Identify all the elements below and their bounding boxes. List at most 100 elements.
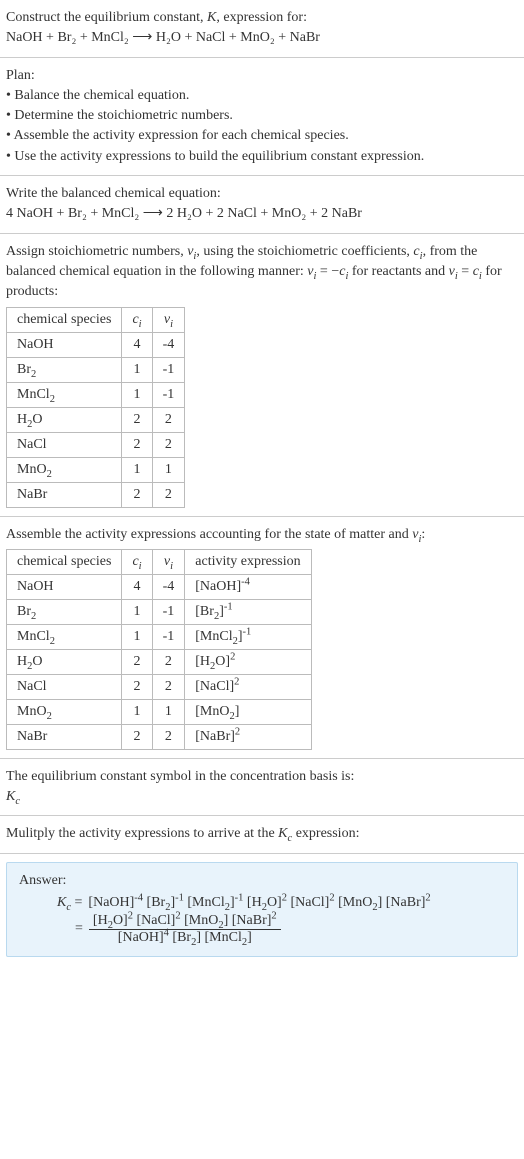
kc-line1: Kc = [NaOH]-4 [Br2]-1 [MnCl2]-1 [H2O]2 […: [57, 895, 505, 911]
cell-ci: 4: [122, 332, 152, 357]
cell-vi: -4: [152, 332, 185, 357]
table-row: NaCl22[NaCl]2: [7, 674, 312, 699]
cell-vi: 1: [152, 699, 185, 724]
cell-vi: 2: [152, 724, 185, 749]
table-row: Br21-1: [7, 357, 185, 382]
cell-ci: 2: [122, 674, 152, 699]
kc-denominator: [NaOH]4 [Br2] [MnCl2]: [114, 930, 256, 946]
plan-item: • Balance the chemical equation.: [6, 86, 518, 106]
table-row: NaOH4-4[NaOH]-4: [7, 574, 312, 599]
balanced-section: Write the balanced chemical equation: 4 …: [0, 176, 524, 234]
table-row: MnO211: [7, 457, 185, 482]
stoich-section: Assign stoichiometric numbers, νi, using…: [0, 234, 524, 517]
intro-reaction: NaOH + Br₂ + MnCl₂ ⟶ H₂O + NaCl + MnO₂ +…: [6, 28, 518, 48]
kc-numerator: [H2O]2 [NaCl]2 [MnO2] [NaBr]2: [89, 913, 281, 929]
table-row: MnCl21-1[MnCl2]-1: [7, 624, 312, 649]
col-ci: ci: [122, 549, 152, 574]
answer-box: Answer: Kc = [NaOH]-4 [Br2]-1 [MnCl2]-1 …: [6, 862, 518, 957]
table-row: MnCl21-1: [7, 382, 185, 407]
multiply-section: Mulitply the activity expressions to arr…: [0, 816, 524, 853]
cell-ci: 2: [122, 482, 152, 507]
plan-title: Plan:: [6, 66, 518, 86]
cell-ci: 1: [122, 699, 152, 724]
balanced-title: Write the balanced chemical equation:: [6, 184, 518, 204]
table-row: NaBr22[NaBr]2: [7, 724, 312, 749]
cell-ci: 2: [122, 649, 152, 674]
cell-ci: 1: [122, 382, 152, 407]
cell-species: NaBr: [7, 724, 122, 749]
cell-vi: 2: [152, 432, 185, 457]
cell-ci: 1: [122, 599, 152, 624]
cell-ci: 4: [122, 574, 152, 599]
cell-species: MnO2: [7, 457, 122, 482]
col-ci: ci: [122, 307, 152, 332]
answer-label: Answer:: [19, 873, 505, 889]
cell-species: NaOH: [7, 574, 122, 599]
cell-ci: 1: [122, 457, 152, 482]
cell-activity: [NaOH]-4: [185, 574, 311, 599]
cell-species: MnCl2: [7, 382, 122, 407]
symbol-value: Kc: [6, 787, 518, 807]
stoich-table: chemical species ci νi NaOH4-4Br21-1MnCl…: [6, 307, 185, 508]
answer-section: Answer: Kc = [NaOH]-4 [Br2]-1 [MnCl2]-1 …: [0, 854, 524, 965]
cell-species: H2O: [7, 649, 122, 674]
cell-activity: [MnO2]: [185, 699, 311, 724]
col-vi: νi: [152, 307, 185, 332]
activity-intro: Assemble the activity expressions accoun…: [6, 525, 518, 545]
table-header-row: chemical species ci νi activity expressi…: [7, 549, 312, 574]
cell-species: NaOH: [7, 332, 122, 357]
cell-vi: 1: [152, 457, 185, 482]
cell-vi: -1: [152, 357, 185, 382]
col-vi: νi: [152, 549, 185, 574]
plan-item: • Use the activity expressions to build …: [6, 147, 518, 167]
cell-species: Br2: [7, 357, 122, 382]
cell-ci: 2: [122, 432, 152, 457]
cell-vi: 2: [152, 407, 185, 432]
intro-section: Construct the equilibrium constant, K, e…: [0, 0, 524, 58]
stoich-intro: Assign stoichiometric numbers, νi, using…: [6, 242, 518, 303]
cell-species: NaCl: [7, 674, 122, 699]
col-species: chemical species: [7, 549, 122, 574]
kc-line1-terms: [NaOH]-4 [Br2]-1 [MnCl2]-1 [H2O]2 [NaCl]…: [88, 895, 430, 911]
cell-ci: 1: [122, 624, 152, 649]
cell-vi: -4: [152, 574, 185, 599]
cell-ci: 2: [122, 724, 152, 749]
cell-activity: [Br2]-1: [185, 599, 311, 624]
table-row: NaOH4-4: [7, 332, 185, 357]
cell-activity: [MnCl2]-1: [185, 624, 311, 649]
cell-species: MnCl2: [7, 624, 122, 649]
kc-line2: = [H2O]2 [NaCl]2 [MnO2] [NaBr]2 [NaOH]4 …: [57, 913, 505, 946]
activity-section: Assemble the activity expressions accoun…: [0, 517, 524, 759]
multiply-title: Mulitply the activity expressions to arr…: [6, 824, 518, 844]
cell-activity: [H2O]2: [185, 649, 311, 674]
plan-item: • Assemble the activity expression for e…: [6, 126, 518, 146]
cell-ci: 2: [122, 407, 152, 432]
cell-species: H2O: [7, 407, 122, 432]
cell-vi: 2: [152, 649, 185, 674]
col-species: chemical species: [7, 307, 122, 332]
table-row: NaCl22: [7, 432, 185, 457]
table-row: H2O22[H2O]2: [7, 649, 312, 674]
cell-activity: [NaBr]2: [185, 724, 311, 749]
balanced-eq: 4 NaOH + Br₂ + MnCl₂ ⟶ 2 H₂O + 2 NaCl + …: [6, 204, 518, 224]
equals-sign: =: [57, 921, 83, 937]
table-row: NaBr22: [7, 482, 185, 507]
cell-activity: [NaCl]2: [185, 674, 311, 699]
symbol-title: The equilibrium constant symbol in the c…: [6, 767, 518, 787]
cell-vi: 2: [152, 674, 185, 699]
table-row: Br21-1[Br2]-1: [7, 599, 312, 624]
kc-symbol: Kc =: [57, 895, 82, 911]
cell-species: MnO2: [7, 699, 122, 724]
kc-fraction: [H2O]2 [NaCl]2 [MnO2] [NaBr]2 [NaOH]4 [B…: [89, 913, 281, 946]
cell-vi: -1: [152, 624, 185, 649]
symbol-section: The equilibrium constant symbol in the c…: [0, 759, 524, 817]
table-row: MnO211[MnO2]: [7, 699, 312, 724]
table-header-row: chemical species ci νi: [7, 307, 185, 332]
cell-vi: -1: [152, 382, 185, 407]
construct-text: Construct the equilibrium constant, K, e…: [6, 8, 518, 28]
table-row: H2O22: [7, 407, 185, 432]
cell-vi: 2: [152, 482, 185, 507]
plan-item: • Determine the stoichiometric numbers.: [6, 106, 518, 126]
cell-species: Br2: [7, 599, 122, 624]
col-activity: activity expression: [185, 549, 311, 574]
